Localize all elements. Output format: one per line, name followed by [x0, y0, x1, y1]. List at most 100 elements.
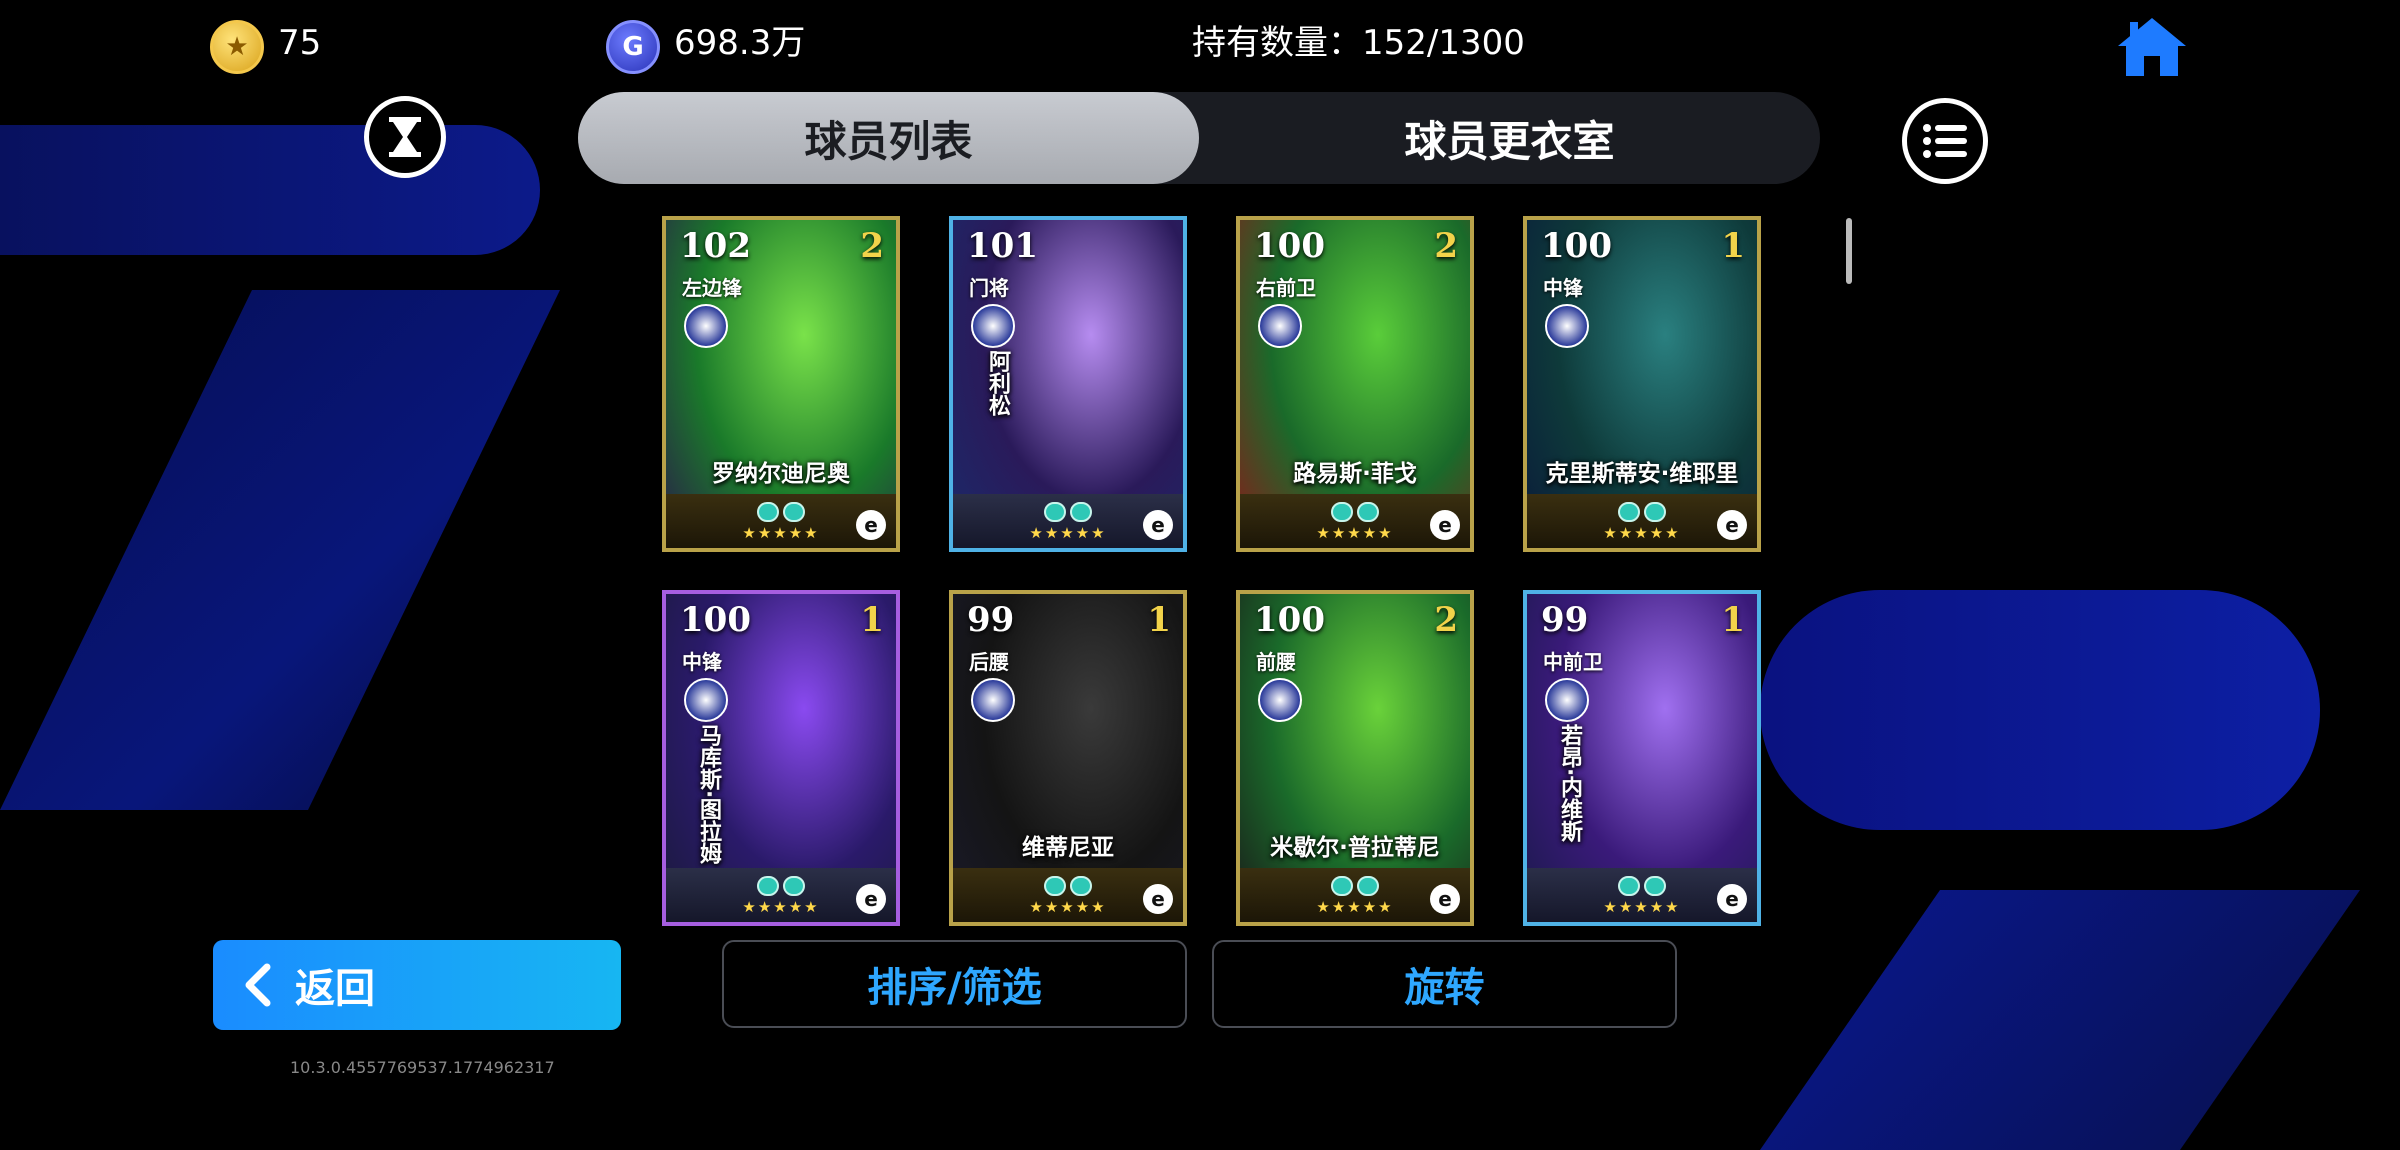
player-name: 马库斯·图拉姆	[696, 724, 721, 865]
player-card[interactable]: 99 1 中前卫 若昂·内维斯 ★★★★★ e	[1523, 590, 1761, 926]
gp-icon: G	[606, 20, 660, 74]
skill-pill-icon	[1618, 502, 1640, 522]
back-label: 返回	[295, 966, 375, 1012]
club-badge-icon	[1545, 678, 1589, 722]
skill-pills	[1044, 502, 1092, 522]
owned-value: 152/1300	[1362, 23, 1525, 63]
player-name: 维蒂尼亚	[1022, 835, 1114, 861]
tab-bar: 球员列表 球员更衣室	[578, 92, 1820, 184]
hourglass-icon	[389, 117, 421, 157]
efootball-logo-icon: e	[1430, 884, 1460, 914]
list-menu-button[interactable]	[1902, 98, 1988, 184]
background-stripe	[1760, 890, 2360, 1150]
owned-label: 持有数量：	[1192, 23, 1362, 63]
star-rating-icon: ★★★★★	[1316, 898, 1394, 916]
player-level: 1	[1721, 226, 1745, 266]
player-level: 2	[860, 226, 884, 266]
player-rating: 100	[1541, 226, 1612, 266]
player-position: 前腰	[1256, 650, 1296, 674]
player-position: 后腰	[969, 650, 1009, 674]
player-position: 左边锋	[682, 276, 742, 300]
player-level: 2	[1434, 600, 1458, 640]
player-card[interactable]: 102 2 左边锋 罗纳尔迪尼奥 ★★★★★ e	[662, 216, 900, 552]
skill-pills	[757, 876, 805, 896]
skill-pill-icon	[1070, 876, 1092, 896]
player-card[interactable]: 101 门将 阿利松 ★★★★★ e	[949, 216, 1187, 552]
list-icon	[1923, 124, 1967, 158]
player-name: 克里斯蒂安·维耶里	[1545, 461, 1739, 487]
club-badge-icon	[1545, 304, 1589, 348]
rotate-button[interactable]: 旋转	[1212, 940, 1677, 1028]
club-badge-icon	[684, 678, 728, 722]
version-text: 10.3.0.4557769537.1774962317	[290, 1058, 555, 1077]
player-position: 中锋	[1543, 276, 1583, 300]
player-rating: 102	[680, 226, 751, 266]
skill-pill-icon	[757, 502, 779, 522]
hourglass-button[interactable]	[364, 96, 446, 178]
coin-icon: ★	[210, 20, 264, 74]
efootball-logo-icon: e	[1430, 510, 1460, 540]
skill-pill-icon	[783, 876, 805, 896]
player-rating: 99	[967, 600, 1015, 640]
efootball-logo-icon: e	[1143, 884, 1173, 914]
scrollbar[interactable]	[1846, 218, 1852, 284]
star-rating-icon: ★★★★★	[742, 898, 820, 916]
background-stripe	[1760, 590, 2320, 830]
background-stripe	[0, 125, 540, 255]
home-icon	[2118, 18, 2186, 76]
skill-pill-icon	[783, 502, 805, 522]
player-position: 右前卫	[1256, 276, 1316, 300]
star-rating-icon: ★★★★★	[1316, 524, 1394, 542]
coin-count: 75	[278, 23, 322, 63]
skill-pill-icon	[1357, 876, 1379, 896]
player-level: 1	[860, 600, 884, 640]
skill-pill-icon	[1044, 502, 1066, 522]
skill-pill-icon	[1644, 876, 1666, 896]
efootball-logo-icon: e	[1717, 510, 1747, 540]
player-card-grid: 102 2 左边锋 罗纳尔迪尼奥 ★★★★★ e 101 门将 阿利松 ★★★★★ e 100 2 右前卫…	[662, 216, 1762, 928]
player-name: 若昂·内维斯	[1557, 724, 1582, 843]
player-card[interactable]: 100 2 前腰 米歇尔·普拉蒂尼 ★★★★★ e	[1236, 590, 1474, 926]
player-rating: 101	[967, 226, 1038, 266]
star-rating-icon: ★★★★★	[1603, 524, 1681, 542]
star-rating-icon: ★★★★★	[1603, 898, 1681, 916]
chevron-left-icon	[245, 963, 271, 1007]
efootball-logo-icon: e	[1143, 510, 1173, 540]
player-card[interactable]: 100 2 右前卫路易斯·菲戈 ★★★★★ e	[1236, 216, 1474, 552]
tab-player-list[interactable]: 球员列表	[578, 92, 1199, 184]
player-name: 路易斯·菲戈	[1293, 461, 1417, 487]
sort-filter-button[interactable]: 排序/筛选	[722, 940, 1187, 1028]
skill-pills	[1331, 502, 1379, 522]
skill-pills	[757, 502, 805, 522]
player-card[interactable]: 99 1 后腰 维蒂尼亚 ★★★★★ e	[949, 590, 1187, 926]
skill-pill-icon	[1644, 502, 1666, 522]
player-name: 阿利松	[985, 350, 1010, 416]
club-badge-icon	[1258, 304, 1302, 348]
player-level: 1	[1721, 600, 1745, 640]
background-stripe	[0, 290, 560, 810]
player-name: 米歇尔·普拉蒂尼	[1270, 835, 1440, 861]
player-name: 罗纳尔迪尼奥	[712, 461, 850, 487]
home-button[interactable]	[2116, 14, 2188, 80]
efootball-logo-icon: e	[1717, 884, 1747, 914]
top-bar: ★ 75 G 698.3万 持有数量：152/1300	[0, 0, 2400, 85]
skill-pill-icon	[1331, 876, 1353, 896]
player-level: 2	[1434, 226, 1458, 266]
efootball-logo-icon: e	[856, 510, 886, 540]
skill-pills	[1618, 876, 1666, 896]
tab-locker-room[interactable]: 球员更衣室	[1199, 92, 1820, 184]
player-card[interactable]: 100 1 中锋克里斯蒂安·维耶里 ★★★★★ e	[1523, 216, 1761, 552]
skill-pill-icon	[1044, 876, 1066, 896]
back-button[interactable]: 返回	[213, 940, 621, 1030]
player-rating: 100	[1254, 226, 1325, 266]
skill-pills	[1618, 502, 1666, 522]
club-badge-icon	[1258, 678, 1302, 722]
club-badge-icon	[684, 304, 728, 348]
player-card[interactable]: 100 1 中锋 马库斯·图拉姆 ★★★★★ e	[662, 590, 900, 926]
gp-count: 698.3万	[674, 23, 806, 63]
player-level: 1	[1147, 600, 1171, 640]
player-rating: 99	[1541, 600, 1589, 640]
player-position: 中锋	[682, 650, 722, 674]
skill-pill-icon	[1070, 502, 1092, 522]
skill-pill-icon	[1618, 876, 1640, 896]
